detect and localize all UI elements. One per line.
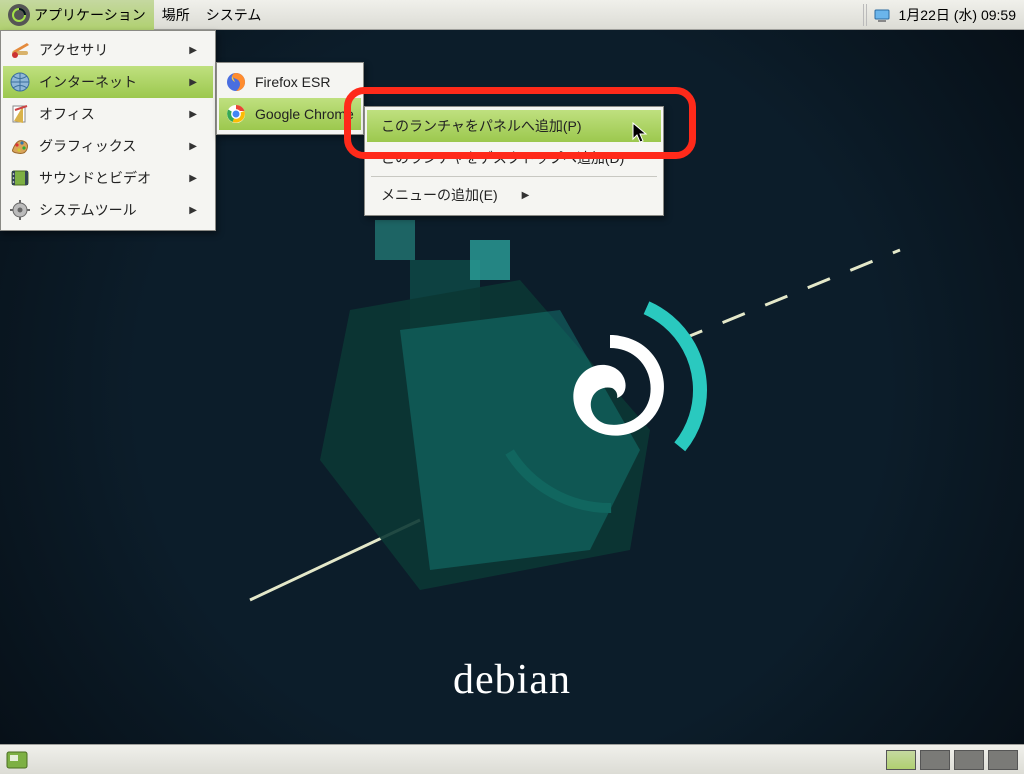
context-item-label: このランチャをパネルへ追加(P) <box>381 116 582 136</box>
workspace-switcher <box>882 750 1024 770</box>
apps-menu-item-label: サウンドとビデオ <box>39 168 151 188</box>
apps-menu-item-internet[interactable]: インターネット ▶ <box>3 66 213 98</box>
apps-menu-item-system-tools[interactable]: システムツール ▶ <box>3 194 213 226</box>
submenu-arrow-icon: ▶ <box>189 141 197 152</box>
system-menu-label: システム <box>206 5 262 25</box>
graphics-icon <box>9 135 31 157</box>
context-item-add-menu[interactable]: メニューの追加(E) ▶ <box>367 179 661 211</box>
submenu-arrow-icon: ▶ <box>189 45 197 56</box>
internet-menu-item-label: Google Chrome <box>255 106 354 122</box>
submenu-arrow-icon: ▶ <box>522 190 530 201</box>
workspace-2[interactable] <box>920 750 950 770</box>
system-menu-button[interactable]: システム <box>198 1 270 29</box>
applications-menu-button[interactable]: アプリケーション <box>0 0 154 30</box>
applications-menu: アクセサリ ▶ インターネット ▶ オフィス ▶ グラフィックス ▶ サウンドと… <box>0 30 216 231</box>
workspace-4[interactable] <box>988 750 1018 770</box>
firefox-icon <box>225 71 247 93</box>
top-panel-left: アプリケーション 場所 システム <box>0 0 269 30</box>
system-tools-icon <box>9 199 31 221</box>
apps-menu-item-label: グラフィックス <box>39 136 136 156</box>
apps-menu-item-sound-video[interactable]: サウンドとビデオ ▶ <box>3 162 213 194</box>
wallpaper-brand-text: debian <box>453 656 571 704</box>
network-tray-icon[interactable] <box>873 6 891 24</box>
context-item-label: メニューの追加(E) <box>381 185 498 205</box>
apps-menu-item-label: オフィス <box>39 104 95 124</box>
chrome-icon <box>225 103 247 125</box>
places-menu-label: 場所 <box>162 5 190 25</box>
bottom-panel <box>0 744 1024 774</box>
top-panel-right: 1月22日 (水) 09:59 <box>859 4 1024 26</box>
internet-submenu: Firefox ESR Google Chrome <box>216 62 364 135</box>
submenu-arrow-icon: ▶ <box>189 77 197 88</box>
menu-separator <box>371 176 657 177</box>
apps-menu-item-label: システムツール <box>39 200 137 220</box>
apps-menu-item-graphics[interactable]: グラフィックス ▶ <box>3 130 213 162</box>
context-item-add-to-panel[interactable]: このランチャをパネルへ追加(P) <box>367 110 661 142</box>
apps-menu-item-accessories[interactable]: アクセサリ ▶ <box>3 34 213 66</box>
submenu-arrow-icon: ▶ <box>189 205 197 216</box>
workspace-1[interactable] <box>886 750 916 770</box>
clock[interactable]: 1月22日 (水) 09:59 <box>899 5 1017 25</box>
context-item-label: このランチャをデスクトップへ追加(D) <box>381 148 624 168</box>
apps-menu-item-office[interactable]: オフィス ▶ <box>3 98 213 130</box>
internet-menu-item-chrome[interactable]: Google Chrome <box>219 98 361 130</box>
applications-menu-label: アプリケーション <box>34 5 146 25</box>
workspace-3[interactable] <box>954 750 984 770</box>
office-icon <box>9 103 31 125</box>
submenu-arrow-icon: ▶ <box>189 109 197 120</box>
sound-video-icon <box>9 167 31 189</box>
internet-menu-item-firefox[interactable]: Firefox ESR <box>219 66 361 98</box>
apps-menu-item-label: インターネット <box>39 72 137 92</box>
launcher-context-menu: このランチャをパネルへ追加(P) このランチャをデスクトップへ追加(D) メニュ… <box>364 106 664 216</box>
accessories-icon <box>9 39 31 61</box>
submenu-arrow-icon: ▶ <box>189 173 197 184</box>
tray-separator <box>863 4 869 26</box>
apps-menu-item-label: アクセサリ <box>39 40 108 60</box>
places-menu-button[interactable]: 場所 <box>154 1 198 29</box>
context-item-add-to-desktop[interactable]: このランチャをデスクトップへ追加(D) <box>367 142 661 174</box>
top-panel: アプリケーション 場所 システム 1月22日 (水) 09:59 <box>0 0 1024 30</box>
internet-icon <box>9 71 31 93</box>
debian-swirl-icon <box>8 4 30 26</box>
internet-menu-item-label: Firefox ESR <box>255 74 330 90</box>
show-desktop-button[interactable] <box>0 747 34 773</box>
